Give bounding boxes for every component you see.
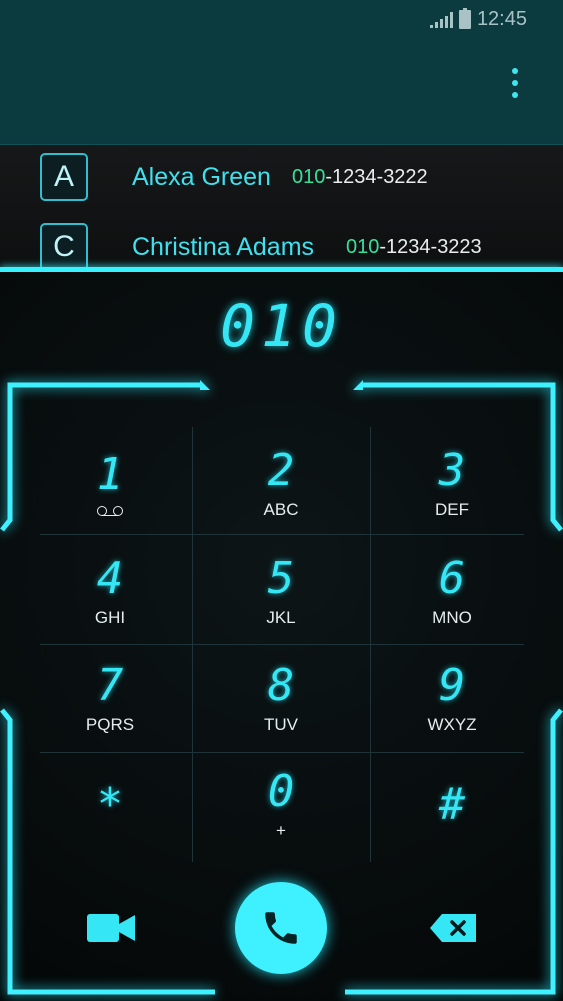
key-digit: 5 bbox=[267, 553, 295, 604]
dial-key-0[interactable]: 0 + bbox=[206, 755, 356, 855]
contact-number: 010-1234-3222 bbox=[292, 166, 428, 189]
signal-icon bbox=[429, 11, 453, 28]
app-bar bbox=[0, 38, 563, 145]
status-bar: 12:45 bbox=[0, 0, 563, 38]
dial-key-hash[interactable]: # bbox=[377, 755, 527, 855]
dial-key-6[interactable]: 6 MNO bbox=[377, 542, 527, 642]
key-digit: 4 bbox=[96, 553, 124, 604]
video-call-icon[interactable] bbox=[87, 912, 135, 944]
key-digit: 9 bbox=[438, 660, 466, 711]
contact-row[interactable]: C Christina Adams 010-1234-3223 bbox=[0, 217, 563, 270]
grid-line bbox=[40, 534, 524, 535]
key-letters: ABC bbox=[263, 500, 299, 519]
status-time: 12:45 bbox=[476, 8, 527, 30]
contact-suggestions: A Alexa Green 010-1234-3222 C Christina … bbox=[0, 145, 563, 270]
status-icons: 12:45 bbox=[429, 8, 527, 31]
number-rest: -1234-3222 bbox=[325, 165, 428, 188]
key-letters: TUV bbox=[264, 715, 298, 734]
key-letters: PQRS bbox=[85, 715, 135, 734]
voicemail-icon bbox=[97, 506, 123, 516]
dial-key-8[interactable]: 8 TUV bbox=[206, 649, 356, 749]
key-digit: 7 bbox=[96, 660, 124, 711]
key-letters: JKL bbox=[266, 608, 296, 627]
key-digit: 6 bbox=[438, 553, 466, 604]
key-letters: + bbox=[276, 821, 286, 840]
key-letters: WXYZ bbox=[427, 715, 477, 734]
contact-row[interactable]: A Alexa Green 010-1234-3222 bbox=[0, 147, 563, 207]
dial-key-9[interactable]: 9 WXYZ bbox=[377, 649, 527, 749]
key-letters: MNO bbox=[432, 608, 472, 627]
key-digit: * bbox=[96, 779, 124, 830]
dialed-number[interactable]: 010 bbox=[0, 292, 563, 360]
backspace-icon[interactable] bbox=[430, 914, 476, 942]
dial-key-7[interactable]: 7 PQRS bbox=[35, 649, 185, 749]
contact-letter-avatar: A bbox=[40, 153, 88, 201]
key-digit: 1 bbox=[96, 449, 124, 500]
key-letters: GHI bbox=[94, 608, 126, 627]
number-rest: -1234-3223 bbox=[379, 235, 482, 258]
dial-key-3[interactable]: 3 DEF bbox=[377, 434, 527, 534]
dial-key-1[interactable]: 1 bbox=[35, 434, 185, 534]
dial-key-2[interactable]: 2 ABC bbox=[206, 434, 356, 534]
contact-number: 010-1234-3223 bbox=[346, 236, 482, 259]
phone-icon bbox=[265, 912, 297, 944]
battery-icon bbox=[458, 8, 471, 29]
call-button[interactable] bbox=[235, 882, 327, 974]
more-vert-icon[interactable] bbox=[511, 68, 519, 98]
contact-letter-avatar: C bbox=[40, 223, 88, 270]
key-digit: # bbox=[438, 779, 466, 830]
dial-key-5[interactable]: 5 JKL bbox=[206, 542, 356, 642]
number-match: 010 bbox=[346, 235, 380, 258]
grid-line bbox=[40, 752, 524, 753]
dialpad-panel: 010 1 2 ABC 3 DEF 4 GHI 5 JKL 6 MNO 7 PQ… bbox=[0, 272, 563, 1001]
dial-key-star[interactable]: * bbox=[35, 755, 185, 855]
key-digit: 8 bbox=[267, 660, 295, 711]
key-letters: DEF bbox=[435, 500, 469, 519]
dial-key-4[interactable]: 4 GHI bbox=[35, 542, 185, 642]
number-match: 010 bbox=[292, 165, 326, 188]
key-digit: 0 bbox=[267, 766, 295, 817]
contact-name: Christina Adams bbox=[132, 232, 315, 261]
contact-name: Alexa Green bbox=[132, 162, 271, 191]
grid-line bbox=[40, 644, 524, 645]
key-digit: 3 bbox=[438, 445, 466, 496]
key-digit: 2 bbox=[267, 445, 295, 496]
